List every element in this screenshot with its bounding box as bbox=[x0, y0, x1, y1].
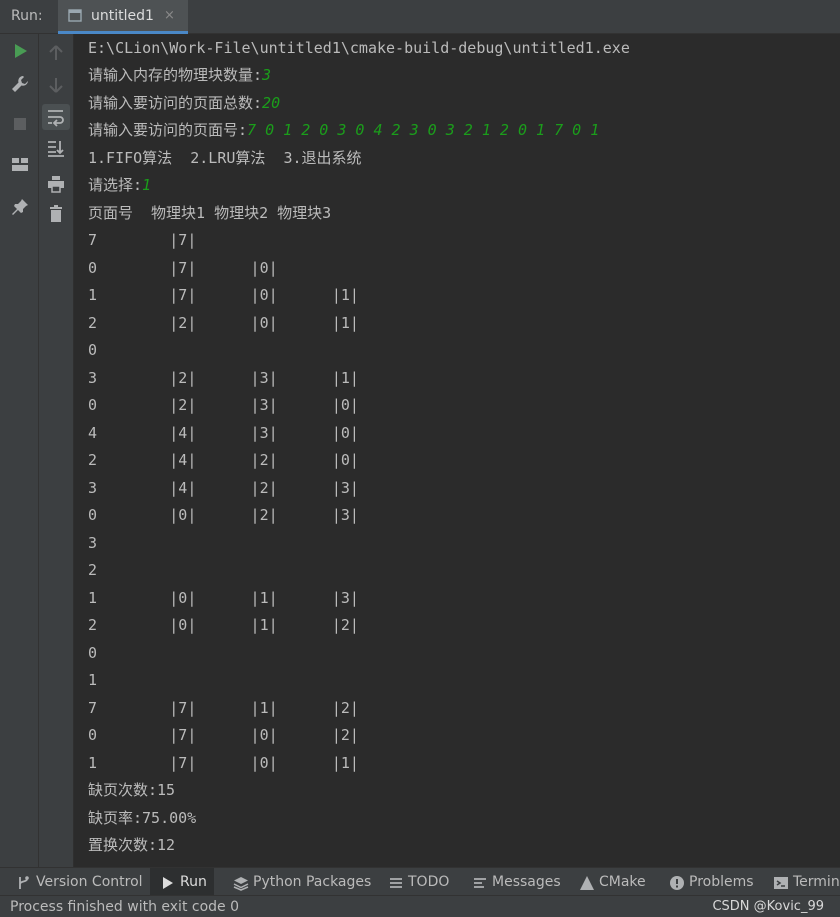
tab-label: Version Control bbox=[36, 874, 143, 890]
table-row: 0 |7| |0| |2| bbox=[88, 726, 359, 744]
table-row: 1 bbox=[88, 671, 98, 689]
table-row: 7 |7| bbox=[88, 231, 197, 249]
tab-problems[interactable]: Problems bbox=[669, 868, 757, 896]
status-bar: Process finished with exit code 0 CSDN @… bbox=[0, 895, 840, 917]
table-row: 0 |0| |2| |3| bbox=[88, 506, 359, 524]
table-row: 0 bbox=[88, 644, 98, 662]
run-label: Run: bbox=[11, 8, 43, 24]
list-icon bbox=[390, 878, 402, 888]
run-toolwindow-header: Run: untitled1 × bbox=[0, 0, 840, 34]
input-choice: 1 bbox=[142, 176, 152, 194]
table-row: 2 |2| |0| |1| bbox=[88, 314, 359, 332]
fault-rate: 缺页率:75.00% bbox=[88, 809, 197, 827]
tab-label: Run bbox=[180, 874, 207, 890]
prompt-choice-line: 请选择:1 bbox=[88, 175, 151, 195]
tab-run[interactable]: Run bbox=[150, 868, 214, 896]
layout-icon[interactable] bbox=[10, 155, 30, 175]
input-pages: 7 0 1 2 0 3 0 4 2 3 0 3 2 1 2 0 1 7 0 1 bbox=[247, 121, 600, 139]
tab-untitled1[interactable]: untitled1 × bbox=[58, 0, 188, 34]
table-row: 0 |2| |3| |0| bbox=[88, 396, 359, 414]
print-icon[interactable] bbox=[46, 174, 66, 194]
table-row: 1 |7| |0| |1| bbox=[88, 286, 359, 304]
prompt-blocks-line: 请输入内存的物理块数量:3 bbox=[88, 65, 271, 85]
prompt-pages-line: 请输入要访问的页面号:7 0 1 2 0 3 0 4 2 3 0 3 2 1 2… bbox=[88, 120, 599, 140]
scroll-to-end-icon[interactable] bbox=[46, 138, 66, 158]
prompt-blocks: 请输入内存的物理块数量: bbox=[88, 66, 263, 84]
watermark: CSDN @Kovic_99 bbox=[712, 899, 824, 914]
table-row: 2 |0| |1| |2| bbox=[88, 616, 359, 634]
exe-path: E:\CLion\Work-File\untitled1\cmake-build… bbox=[88, 39, 630, 57]
table-row: 3 |4| |2| |3| bbox=[88, 479, 359, 497]
tab-label: TODO bbox=[408, 874, 450, 890]
input-blocks: 3 bbox=[262, 66, 272, 84]
table-row: 2 |4| |2| |0| bbox=[88, 451, 359, 469]
status-message: Process finished with exit code 0 bbox=[10, 899, 240, 915]
table-row: 3 |2| |3| |1| bbox=[88, 369, 359, 387]
table-row: 4 |4| |3| |0| bbox=[88, 424, 359, 442]
tab-label: Problems bbox=[689, 874, 754, 890]
table-row: 1 |7| |0| |1| bbox=[88, 754, 359, 772]
console-toolbar bbox=[39, 34, 74, 867]
soft-wrap-icon bbox=[48, 110, 64, 127]
table-row: 7 |7| |1| |2| bbox=[88, 699, 359, 717]
tab-messages[interactable]: Messages bbox=[472, 868, 564, 896]
prompt-pages: 请输入要访问的页面号: bbox=[88, 121, 248, 139]
tab-label: CMake bbox=[599, 874, 646, 890]
close-icon[interactable]: × bbox=[164, 8, 175, 23]
info-icon bbox=[670, 876, 684, 890]
terminal-icon bbox=[774, 877, 788, 889]
prompt-total: 请输入要访问的页面总数: bbox=[88, 94, 263, 112]
table-header: 页面号 物理块1 物理块2 物理块3 bbox=[88, 204, 332, 222]
replace-count: 置换次数:12 bbox=[88, 836, 176, 854]
tab-todo[interactable]: TODO bbox=[388, 868, 458, 896]
soft-wrap-button[interactable] bbox=[42, 104, 70, 130]
triangle-icon bbox=[580, 876, 594, 890]
tab-label: Terminal bbox=[793, 874, 840, 890]
prompt-choice: 请选择: bbox=[88, 176, 143, 194]
console-output[interactable]: E:\CLion\Work-File\untitled1\cmake-build… bbox=[75, 34, 840, 867]
table-row: 3 bbox=[88, 534, 98, 552]
arrow-up-icon[interactable] bbox=[46, 43, 66, 63]
arrow-down-icon[interactable] bbox=[46, 75, 66, 95]
layers-icon bbox=[233, 877, 249, 891]
tool-window-bar: Version Control Run Python Packages TODO… bbox=[0, 867, 840, 896]
table-row: 0 |7| |0| bbox=[88, 259, 278, 277]
branch-icon bbox=[19, 876, 29, 889]
tab-version-control[interactable]: Version Control bbox=[16, 868, 143, 896]
play-icon bbox=[163, 877, 173, 889]
tab-python-packages[interactable]: Python Packages bbox=[233, 868, 373, 896]
tab-terminal[interactable]: Terminal bbox=[773, 868, 840, 896]
menu-line: 1.FIFO算法 2.LRU算法 3.退出系统 bbox=[88, 149, 362, 167]
tab-label: Messages bbox=[492, 874, 561, 890]
stop-icon[interactable] bbox=[10, 114, 30, 134]
messages-icon bbox=[474, 878, 486, 888]
prompt-total-line: 请输入要访问的页面总数:20 bbox=[88, 93, 280, 113]
trash-icon[interactable] bbox=[46, 204, 66, 224]
console-icon bbox=[68, 9, 82, 22]
tab-cmake[interactable]: CMake bbox=[579, 868, 655, 896]
table-row: 0 bbox=[88, 341, 98, 359]
input-total: 20 bbox=[262, 94, 281, 112]
table-row: 2 bbox=[88, 561, 98, 579]
wrench-icon[interactable] bbox=[10, 74, 30, 94]
tab-title: untitled1 bbox=[91, 8, 154, 24]
rerun-play-icon[interactable] bbox=[10, 41, 30, 61]
tab-label: Python Packages bbox=[253, 874, 372, 890]
fault-count: 缺页次数:15 bbox=[88, 781, 176, 799]
table-row: 1 |0| |1| |3| bbox=[88, 589, 359, 607]
run-toolbar bbox=[0, 34, 39, 867]
pin-icon[interactable] bbox=[10, 197, 30, 217]
